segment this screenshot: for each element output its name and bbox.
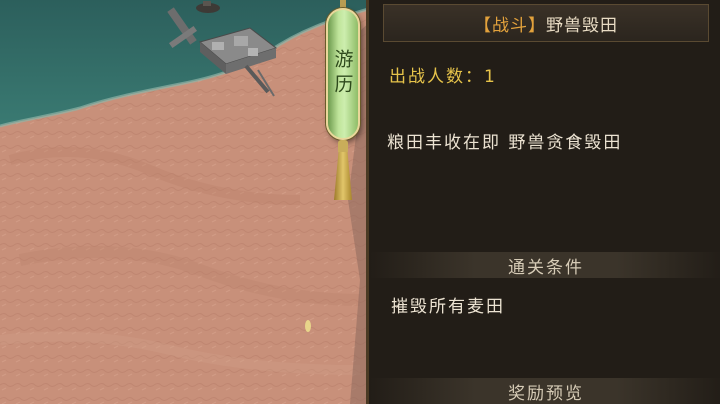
battle-description: 粮田丰收在即 野兽贪食毁田 [387,133,623,153]
panel-title: 【战斗】 野兽毁田 [383,4,709,42]
participant-count: 出战人数：1 [389,67,497,87]
clear-condition-header: 通关条件 [369,252,720,278]
battle-info-panel: 【战斗】 野兽毁田 出战人数：1 粮田丰收在即 野兽贪食毁田 通关条件 摧毁所有… [366,0,720,404]
wheat-field-marker[interactable] [305,320,311,332]
travel-scroll-label: 游历 [331,49,354,99]
battle-name: 野兽毁田 [546,15,618,36]
reward-preview-header: 奖励预览 [369,378,720,404]
clear-condition-text: 摧毁所有麦田 [391,297,505,317]
tassel-knot [338,140,348,154]
travel-scroll-button[interactable]: 游历 [326,8,360,140]
world-map[interactable] [0,0,372,404]
map-terrain [0,0,372,404]
battle-type-tag: 【战斗】 [474,15,546,36]
